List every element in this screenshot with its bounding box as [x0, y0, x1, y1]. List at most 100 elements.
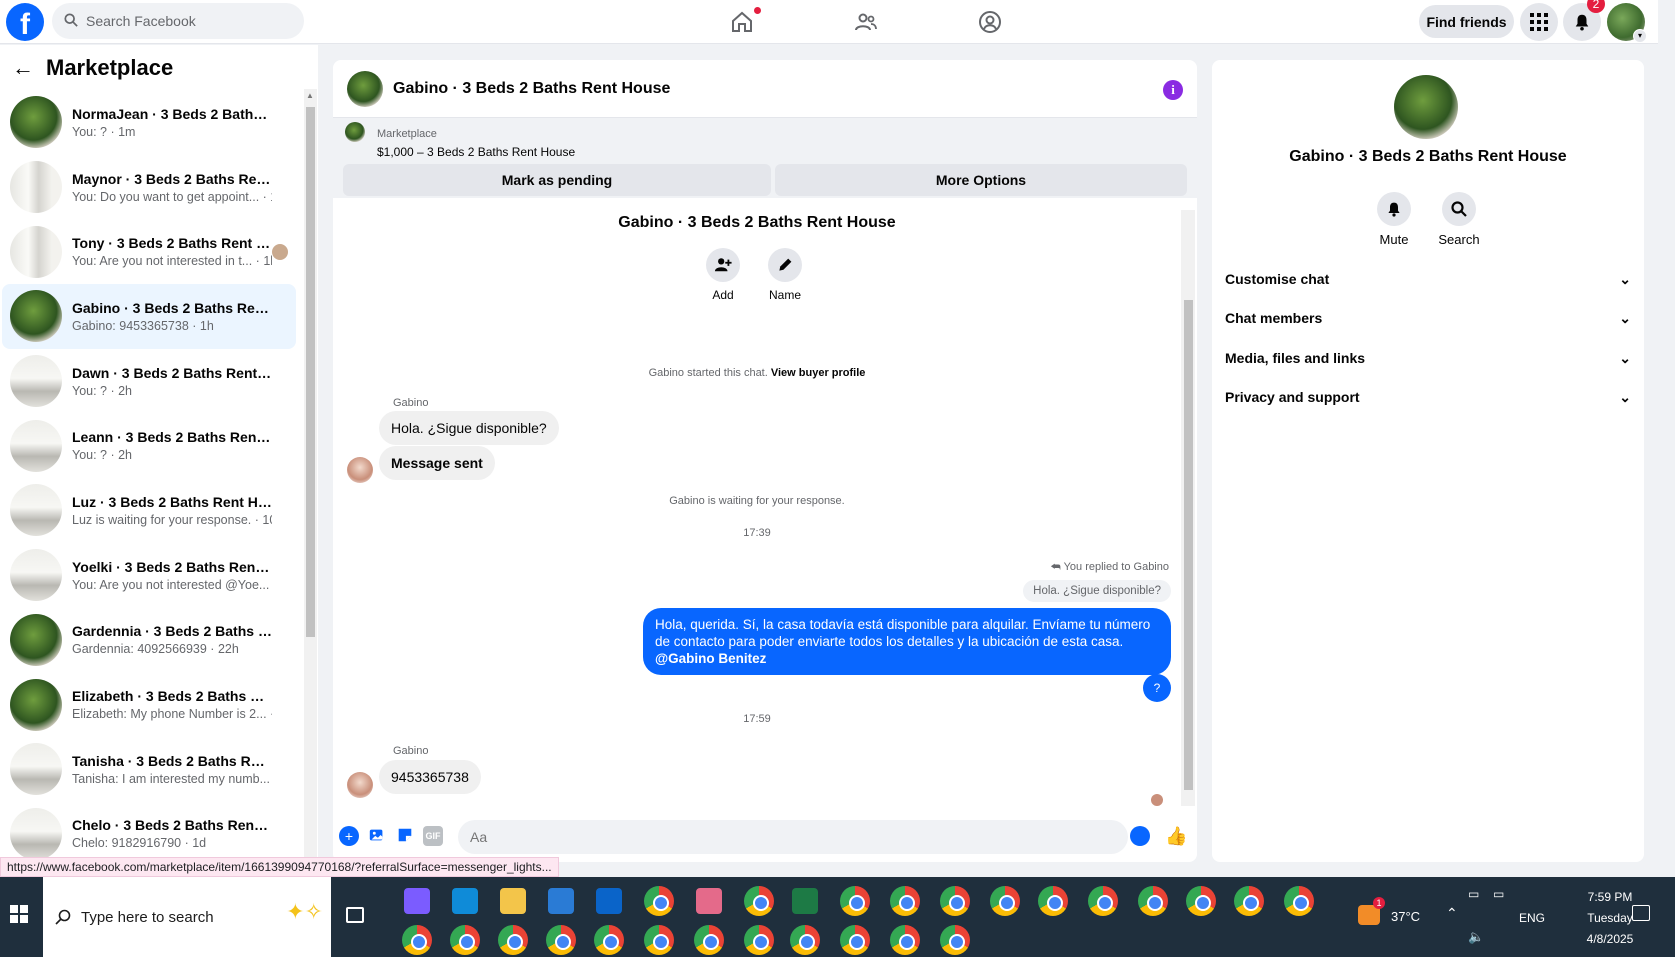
apps-menu-button[interactable] [1520, 3, 1558, 41]
conversation-item[interactable]: Yoelki · 3 Beds 2 Baths Rent Ho... You: A… [2, 543, 296, 608]
chrome-icon[interactable] [744, 886, 774, 916]
outgoing-message[interactable]: Hola, querida. Sí, la casa todavía está … [643, 608, 1171, 675]
conversation-item[interactable]: Tanisha · 3 Beds 2 Baths Rent H... Tanish… [2, 737, 296, 802]
gif-icon[interactable]: GIF [423, 826, 443, 846]
conversation-item[interactable]: Gabino · 3 Beds 2 Baths Rent H... Gabino:… [2, 284, 296, 349]
mention[interactable]: @Gabino Benitez [655, 651, 766, 666]
conversation-item[interactable]: Elizabeth · 3 Beds 2 Baths Rent ... Eliza… [2, 672, 296, 737]
notification-center-icon[interactable] [1632, 905, 1650, 921]
conversation-item[interactable]: NormaJean · 3 Beds 2 Baths Re... You: ? ·… [2, 90, 296, 155]
conversation-item[interactable]: Dawn · 3 Beds 2 Baths Rent Ho... You: ? ·… [2, 349, 296, 414]
meet-now-icon[interactable]: ▭ [1468, 887, 1479, 901]
quoted-message[interactable]: Hola. ¿Sigue disponible? [1023, 580, 1171, 602]
chevron-up-icon[interactable]: ⌃ [1446, 905, 1458, 922]
chrome-icon[interactable] [790, 925, 820, 955]
inbox-scrollbar[interactable]: ▲ [304, 89, 317, 877]
snip-icon[interactable] [696, 888, 722, 914]
windows-start-icon[interactable] [10, 905, 28, 923]
sender-avatar[interactable] [347, 772, 373, 798]
media-files-links-section[interactable]: Media, files and links ⌄ [1225, 340, 1631, 376]
search-facebook-input[interactable]: Search Facebook [52, 3, 304, 39]
photo-icon[interactable] [367, 826, 387, 846]
volume-icon[interactable]: 🔈 [1468, 929, 1484, 945]
plus-icon[interactable]: + [339, 826, 359, 846]
chrome-icon[interactable] [1284, 886, 1314, 916]
chrome-icon[interactable] [1234, 886, 1264, 916]
listing-bar: Marketplace $1,000 – 3 Beds 2 Baths Rent… [333, 60, 1197, 210]
conversation-item[interactable]: Gardennia · 3 Beds 2 Baths Rent... Garden… [2, 608, 296, 673]
chrome-icon[interactable] [694, 925, 724, 955]
chrome-icon[interactable] [594, 925, 624, 955]
chrome-icon[interactable] [1186, 886, 1216, 916]
view-buyer-profile-link[interactable]: View buyer profile [771, 367, 866, 379]
name-action[interactable]: Name [765, 248, 805, 302]
friends-icon[interactable] [804, 0, 928, 44]
chrome-icon[interactable] [744, 925, 774, 955]
store-icon[interactable] [548, 888, 574, 914]
chrome-icon[interactable] [644, 886, 674, 916]
customise-chat-section[interactable]: Customise chat ⌄ [1225, 261, 1631, 297]
chrome-icon[interactable] [940, 925, 970, 955]
chrome-icon[interactable] [940, 886, 970, 916]
chrome-icon[interactable] [1038, 886, 1068, 916]
task-view-icon[interactable] [346, 907, 364, 923]
incoming-message[interactable]: Hola. ¿Sigue disponible? [379, 411, 559, 445]
chrome-icon[interactable] [450, 925, 480, 955]
chrome-icon[interactable] [1088, 886, 1118, 916]
copilot-icon[interactable] [404, 888, 430, 914]
chrome-icon[interactable] [890, 886, 920, 916]
conversation-item[interactable]: Luz · 3 Beds 2 Baths Rent House Luz is wa… [2, 478, 296, 543]
back-arrow-icon[interactable]: ← [12, 55, 34, 81]
sender-avatar[interactable] [347, 457, 373, 483]
thumbs-up-icon[interactable]: 👍 [1165, 826, 1187, 846]
chrome-icon[interactable] [498, 925, 528, 955]
file-explorer-icon[interactable] [500, 888, 526, 914]
sticker-icon[interactable] [395, 826, 415, 846]
chat-members-section[interactable]: Chat members ⌄ [1225, 300, 1631, 336]
taskbar-search[interactable]: Type here to search ✦✧ [43, 877, 331, 957]
language-indicator[interactable]: ENG [1519, 911, 1545, 925]
outlook-icon[interactable] [596, 888, 622, 914]
facebook-logo[interactable]: f [6, 3, 44, 41]
chrome-icon[interactable] [840, 886, 870, 916]
chrome-icon[interactable] [1138, 886, 1168, 916]
profile-icon[interactable] [928, 0, 1052, 44]
conversation-name: Yoelki · 3 Beds 2 Baths Rent Ho... [72, 558, 272, 575]
find-friends-button[interactable]: Find friends [1419, 5, 1514, 38]
excel-icon[interactable] [792, 888, 818, 914]
chrome-icon[interactable] [990, 886, 1020, 916]
emoji-icon[interactable] [1130, 826, 1150, 846]
outgoing-message-short[interactable]: ? [1143, 674, 1171, 702]
thread-scrollbar[interactable] [1181, 210, 1195, 806]
add-person-action[interactable]: Add [703, 248, 743, 302]
account-avatar[interactable]: ▾ [1607, 3, 1647, 43]
message-sent-notice[interactable]: Message sent [379, 446, 495, 480]
conversation-item[interactable]: Maynor · 3 Beds 2 Baths Rent H... You: Do… [2, 155, 296, 220]
home-icon[interactable] [680, 0, 804, 44]
chrome-icon[interactable] [402, 925, 432, 955]
more-options-button[interactable]: More Options [775, 164, 1187, 196]
network-icon[interactable]: ▭ [1493, 887, 1504, 901]
conversation-item[interactable]: Leann · 3 Beds 2 Baths Rent Ho... You: ? … [2, 413, 296, 478]
notifications-button[interactable]: 2 [1563, 0, 1605, 41]
scroll-up-arrow-icon[interactable]: ▲ [306, 91, 314, 100]
temperature[interactable]: 37°C [1391, 909, 1420, 924]
chrome-icon[interactable] [644, 925, 674, 955]
privacy-support-section[interactable]: Privacy and support ⌄ [1225, 379, 1631, 415]
chrome-icon[interactable] [890, 925, 920, 955]
chrome-icon[interactable] [840, 925, 870, 955]
search-action[interactable]: Search [1429, 192, 1489, 247]
scrollbar-thumb[interactable] [306, 107, 315, 637]
conversation-item[interactable]: Tony · 3 Beds 2 Baths Rent H... You: Are … [2, 219, 296, 284]
mark-as-pending-button[interactable]: Mark as pending [343, 164, 771, 196]
message-input[interactable] [458, 820, 1128, 854]
chat-details-avatar[interactable] [1394, 75, 1458, 139]
top-bar: f Search Facebook Find friends 2 ▾ [0, 0, 1658, 44]
edge-icon[interactable] [452, 888, 478, 914]
listing-price[interactable]: $1,000 – 3 Beds 2 Baths Rent House [377, 145, 575, 159]
scrollbar-thumb[interactable] [1184, 300, 1193, 790]
listing-thumbnail[interactable] [345, 122, 365, 142]
chrome-icon[interactable] [546, 925, 576, 955]
mute-action[interactable]: Mute [1364, 192, 1424, 247]
incoming-message[interactable]: 9453365738 [379, 760, 481, 794]
